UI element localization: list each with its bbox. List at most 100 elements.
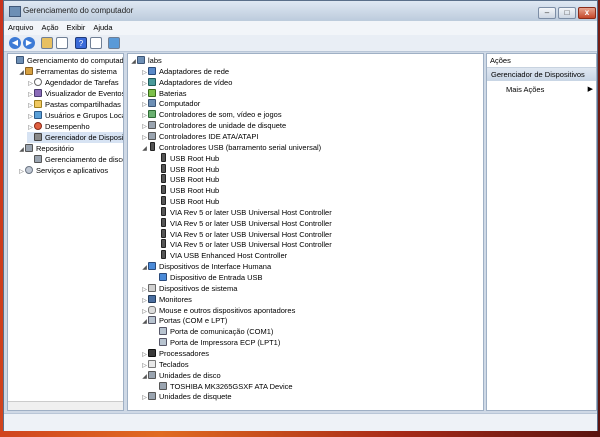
sound-icon xyxy=(148,110,156,119)
tree-item[interactable]: ▷ Monitores xyxy=(141,294,192,305)
menu-ajuda[interactable]: Ajuda xyxy=(89,21,116,34)
tree-item[interactable]: ◢ Portas (COM e LPT) xyxy=(141,315,227,326)
tree-item[interactable]: Gerenciamento de disco xyxy=(27,154,123,165)
tree-item[interactable]: ◢ labs xyxy=(130,55,162,66)
tree-item[interactable]: ▷ Dispositivos de sistema xyxy=(141,283,237,294)
menu-acao[interactable]: Ação xyxy=(37,21,62,34)
expand-arrow-icon[interactable]: ▷ xyxy=(141,393,148,404)
expand-arrow-icon[interactable]: ◢ xyxy=(18,145,25,156)
more-actions-arrow-icon[interactable]: ▶ xyxy=(588,84,593,95)
port-icon xyxy=(148,316,156,325)
tree-item[interactable]: USB Root Hub xyxy=(152,152,219,164)
tree-item[interactable]: ▷ Controladores de unidade de disquete xyxy=(141,120,286,131)
properties-icon[interactable] xyxy=(90,37,102,49)
expand-arrow-icon[interactable]: ◢ xyxy=(141,144,148,155)
expand-arrow-icon[interactable]: ▷ xyxy=(18,167,25,178)
tree-item[interactable]: ▷ Usuários e Grupos Loca xyxy=(27,110,123,121)
tree-item[interactable]: VIA Rev 5 or later USB Universal Host Co… xyxy=(152,217,332,229)
keyboard-icon xyxy=(148,359,156,368)
tree-item-label: labs xyxy=(148,56,162,65)
tree-item[interactable]: Porta de comunicação (COM1) xyxy=(152,326,273,337)
expand-arrow-icon[interactable]: ◢ xyxy=(141,372,148,383)
tree-item[interactable]: ▷ Controladores IDE ATA/ATAPI xyxy=(141,131,258,142)
usb-icon xyxy=(161,217,166,227)
tree-item[interactable]: ▷ Controladores de som, vídeo e jogos xyxy=(141,109,282,120)
expand-arrow-icon[interactable]: ◢ xyxy=(141,263,148,274)
tree-item-label: Visualizador de Eventos xyxy=(45,89,124,98)
show-hide-tree-icon[interactable] xyxy=(56,37,68,49)
tree-item[interactable]: Dispositivo de Entrada USB xyxy=(152,272,263,283)
tree-item-label: Controladores IDE ATA/ATAPI xyxy=(159,131,259,141)
forward-button[interactable]: ▶ xyxy=(23,37,35,49)
tree-item[interactable]: ▷ Adaptadores de vídeo xyxy=(141,77,232,88)
tree-item[interactable]: USB Root Hub xyxy=(152,185,219,196)
help-button[interactable]: ? xyxy=(75,37,87,49)
processor-icon xyxy=(148,348,156,357)
more-actions-link[interactable]: Mais Ações xyxy=(506,84,544,95)
tree-item-label: Portas (COM e LPT) xyxy=(159,316,228,326)
computer-icon xyxy=(16,56,24,64)
tree-item[interactable]: VIA Rev 5 or later USB Universal Host Co… xyxy=(152,239,332,250)
tree-item[interactable]: Porta de Impressora ECP (LPT1) xyxy=(152,337,280,348)
tree-item[interactable]: ▷ Desempenho xyxy=(27,121,90,132)
actions-header: Ações xyxy=(487,54,596,68)
tree-item[interactable]: ▷ Computador xyxy=(141,98,200,109)
expand-arrow-icon[interactable]: ◢ xyxy=(130,57,137,68)
tree-item-label: Agendador de Tarefas xyxy=(45,78,119,87)
tree-item[interactable]: ◢ Controladores USB (barramento serial un… xyxy=(141,141,322,155)
window-title: Gerenciamento do computador xyxy=(23,6,134,15)
computer-management-icon xyxy=(9,6,21,17)
actions-section-device-manager[interactable]: Gerenciador de Dispositivos xyxy=(487,68,596,81)
tree-item-label: USB Root Hub xyxy=(170,164,220,174)
tree-item[interactable]: ◢ Ferramentas do sistema xyxy=(18,66,117,77)
horizontal-scrollbar[interactable] xyxy=(8,401,123,410)
tree-item-label: Controladores USB (barramento serial uni… xyxy=(159,142,322,152)
tree-item[interactable]: ▷ Visualizador de Eventos xyxy=(27,88,124,99)
tree-item[interactable]: ◢ Dispositivos de Interface Humana xyxy=(141,261,271,272)
close-button[interactable]: x xyxy=(578,7,596,19)
folder-icon xyxy=(34,100,42,108)
storage-icon xyxy=(25,144,33,152)
tree-item[interactable]: ▷ Adaptadores de rede xyxy=(141,66,229,77)
tree-item[interactable]: ▷ Unidades de disquete xyxy=(141,391,232,402)
tree-item-label: Computador xyxy=(159,99,201,109)
tree-item-label: Gerenciamento do computador xyxy=(27,56,124,65)
maximize-button[interactable]: □ xyxy=(558,7,576,19)
tree-item[interactable]: ▷ Pastas compartilhadas xyxy=(27,99,121,110)
status-bar xyxy=(4,413,597,431)
minimize-button[interactable]: – xyxy=(538,7,556,19)
tree-item[interactable]: ▷ Baterias xyxy=(141,88,187,99)
tree-item[interactable]: ◢ Unidades de disco xyxy=(141,370,221,381)
device-tree-pane: ◢ labs ▷ Adaptadores de rede ▷ Adaptadores de… xyxy=(127,53,484,411)
tree-item[interactable]: ▷ Processadores xyxy=(141,348,209,359)
tree-item[interactable]: Gerenciamento do computador xyxy=(9,55,124,66)
scan-hardware-icon[interactable] xyxy=(108,37,120,49)
tree-item-label: Unidades de disquete xyxy=(159,392,232,402)
tree-item[interactable]: TOSHIBA MK3265GSXF ATA Device xyxy=(152,381,293,392)
tree-item[interactable]: ▷ Serviços e aplicativos xyxy=(18,165,108,176)
title-bar[interactable]: Gerenciamento do computador – □ x xyxy=(4,1,597,21)
tree-item[interactable]: ▷ Agendador de Tarefas xyxy=(27,77,119,88)
tree-item-label: Porta de comunicação (COM1) xyxy=(170,327,274,337)
tree-item-label: Dispositivos de sistema xyxy=(159,283,238,293)
usb-icon xyxy=(161,185,166,195)
up-folder-icon[interactable] xyxy=(41,37,53,49)
tree-item[interactable]: Gerenciador de Disposit xyxy=(27,132,123,143)
expand-arrow-icon[interactable]: ◢ xyxy=(141,317,148,328)
tree-item[interactable]: VIA USB Enhanced Host Controller xyxy=(152,250,287,261)
expand-arrow-icon[interactable]: ◢ xyxy=(18,68,25,79)
back-button[interactable]: ◀ xyxy=(9,37,21,49)
tree-item[interactable]: VIA Rev 5 or later USB Universal Host Co… xyxy=(152,228,332,240)
tree-item[interactable]: VIA Rev 5 or later USB Universal Host Co… xyxy=(152,206,332,218)
menu-arquivo[interactable]: Arquivo xyxy=(4,21,37,34)
menu-exibir[interactable]: Exibir xyxy=(63,21,90,34)
floppy-drive-icon xyxy=(148,392,156,401)
tree-item[interactable]: USB Root Hub xyxy=(152,163,220,175)
tree-item[interactable]: ▷ Teclados xyxy=(141,359,189,370)
tree-item[interactable]: ◢ Repositório xyxy=(18,143,74,154)
tree-item[interactable]: ▷ Mouse e outros dispositivos apontadores xyxy=(141,305,295,316)
tree-item-label: Pastas compartilhadas xyxy=(45,100,121,109)
computer-icon xyxy=(137,56,145,64)
tree-item[interactable]: USB Root Hub xyxy=(152,174,219,185)
tree-item[interactable]: USB Root Hub xyxy=(152,196,219,207)
